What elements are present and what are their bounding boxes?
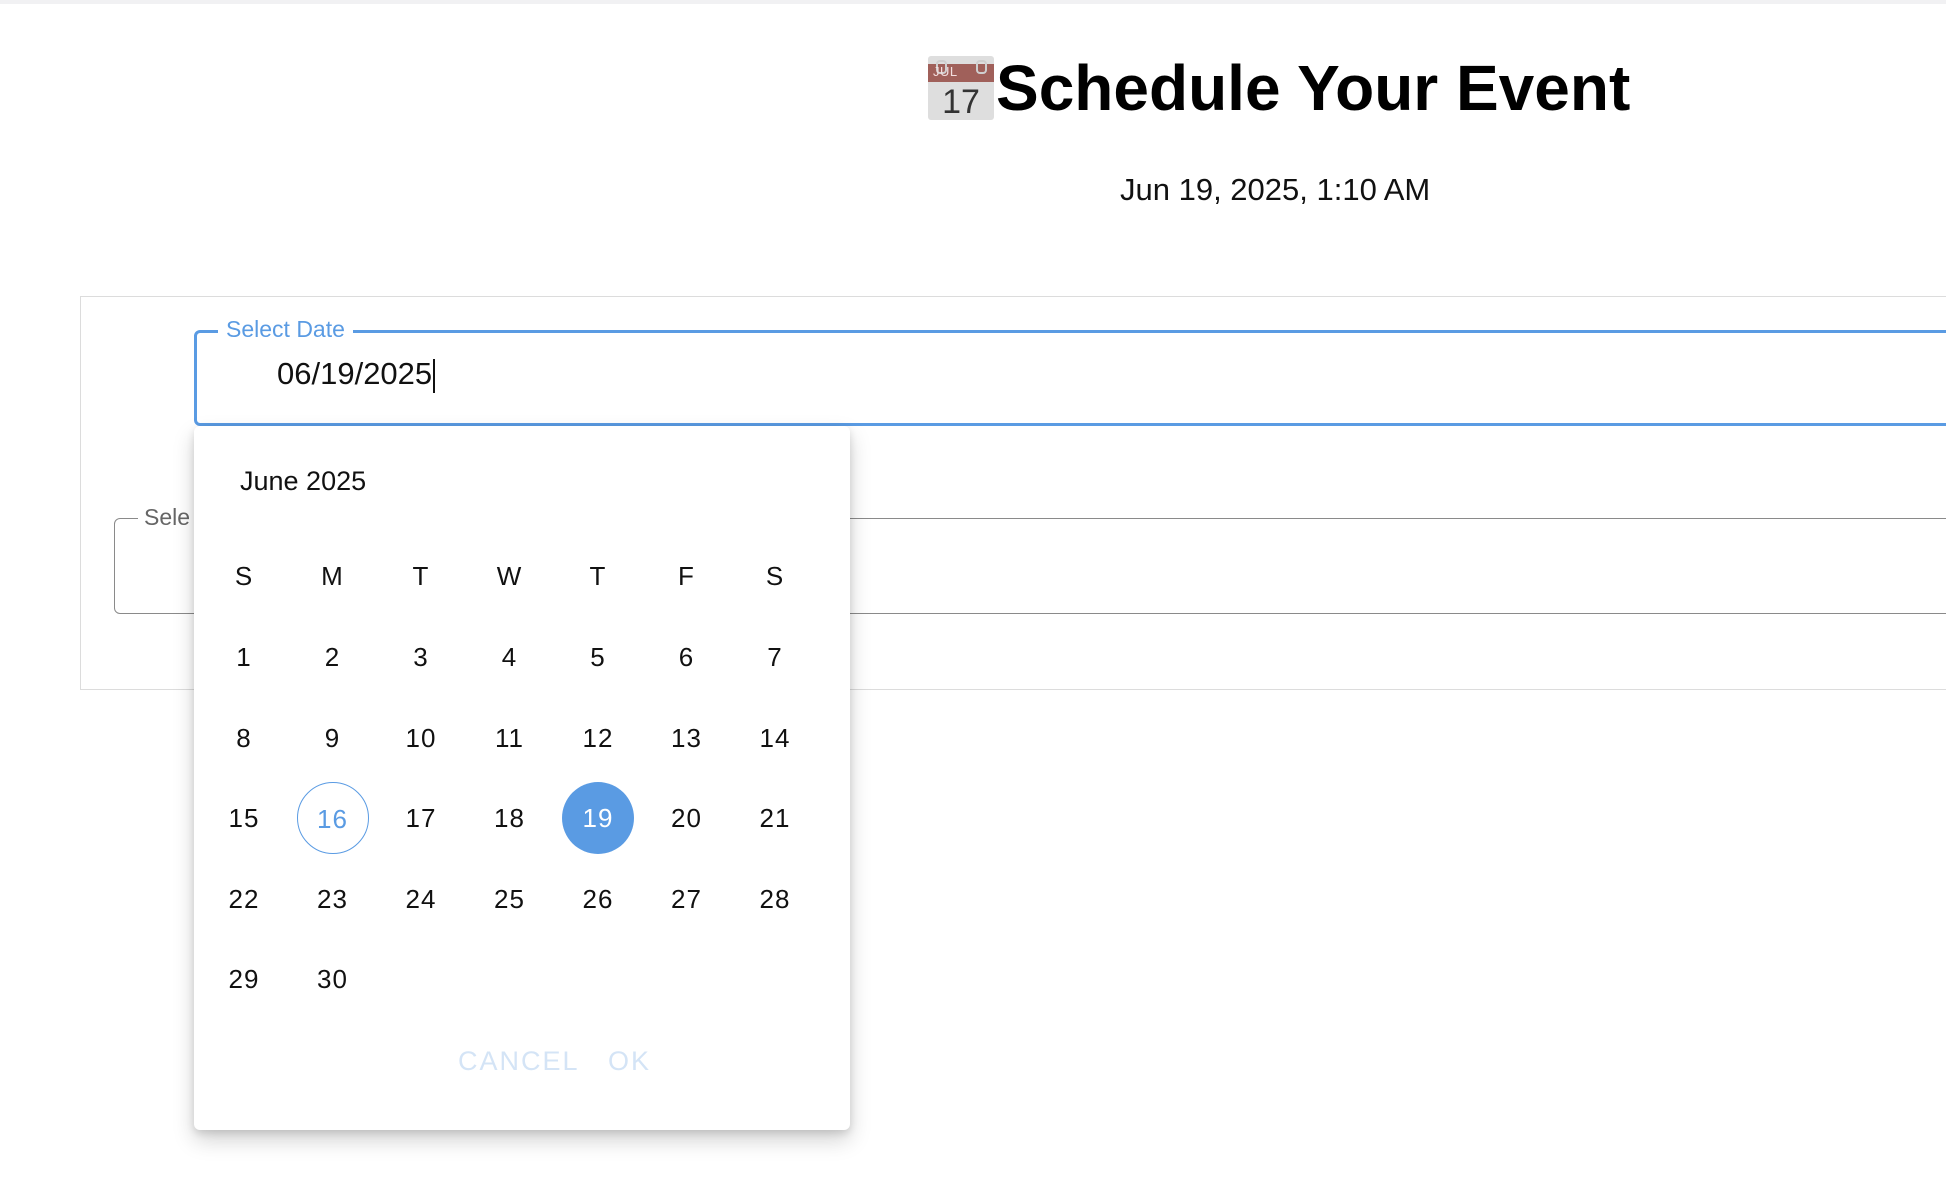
weekday-header: S <box>234 561 254 591</box>
page-title: Schedule Your Event <box>996 52 1631 124</box>
calendar-icon: JUL 17 <box>928 56 994 120</box>
day-cell[interactable]: 3 <box>385 621 457 693</box>
weekday-header: T <box>589 561 607 591</box>
current-datetime: Jun 19, 2025, 1:10 AM <box>1120 172 1431 207</box>
ok-button[interactable]: OK <box>608 1046 651 1077</box>
day-cell[interactable]: 15 <box>208 782 280 854</box>
day-cell[interactable]: 14 <box>739 702 811 774</box>
day-cell[interactable]: 28 <box>739 863 811 935</box>
top-rule <box>0 0 1946 4</box>
weekday-header: M <box>321 561 344 591</box>
calendar-icon-day: 17 <box>942 83 980 120</box>
day-cell[interactable]: 12 <box>562 702 634 774</box>
picker-month-label: June 2025 <box>240 466 367 496</box>
day-cell[interactable]: 20 <box>651 782 723 854</box>
date-input-text: 06/19/2025 <box>277 356 433 391</box>
day-cell[interactable]: 24 <box>385 863 457 935</box>
date-input-value[interactable]: 06/19/2025 <box>277 356 436 393</box>
day-cell[interactable]: 22 <box>208 863 280 935</box>
day-cell[interactable]: 18 <box>474 782 546 854</box>
text-caret <box>433 358 436 393</box>
day-cell-selected[interactable]: 19 <box>562 782 634 854</box>
page: JUL 17 Schedule Your Event Jun 19, 2025,… <box>0 0 1946 1190</box>
calendar-icon-month: JUL <box>933 64 958 79</box>
date-input-field[interactable] <box>194 330 1946 426</box>
day-cell[interactable]: 30 <box>297 943 369 1015</box>
day-cell[interactable]: 11 <box>474 702 546 774</box>
title-row: JUL 17 Schedule Your Event <box>928 48 1630 128</box>
day-cell[interactable]: 8 <box>208 702 280 774</box>
day-cell[interactable]: 9 <box>297 702 369 774</box>
day-cell[interactable]: 17 <box>385 782 457 854</box>
day-cell[interactable]: 2 <box>297 621 369 693</box>
day-cell[interactable]: 1 <box>208 621 280 693</box>
day-cell[interactable]: 4 <box>474 621 546 693</box>
day-cell[interactable]: 25 <box>474 863 546 935</box>
day-cell[interactable]: 5 <box>562 621 634 693</box>
weekday-header: W <box>496 561 523 591</box>
day-cell[interactable]: 10 <box>385 702 457 774</box>
day-cell[interactable]: 23 <box>297 863 369 935</box>
day-cell[interactable]: 26 <box>562 863 634 935</box>
cancel-button[interactable]: CANCEL <box>458 1046 580 1077</box>
day-cell[interactable]: 6 <box>651 621 723 693</box>
day-cell-today[interactable]: 16 <box>296 782 369 854</box>
weekday-header: F <box>678 561 695 591</box>
calendar-ring-right <box>976 60 987 74</box>
second-field-label: Sele <box>138 504 197 531</box>
date-field-label: Select Date <box>218 316 353 343</box>
weekday-header: T <box>412 561 430 591</box>
weekday-header: S <box>765 561 785 591</box>
date-picker-popup: June 2025 CANCEL OK S M T W T F S 1 2 3 4 5 6 7 8 9 10 11… <box>194 426 850 1130</box>
day-cell[interactable]: 21 <box>739 782 811 854</box>
day-cell[interactable]: 13 <box>651 702 723 774</box>
day-cell[interactable]: 7 <box>739 621 811 693</box>
day-cell[interactable]: 29 <box>208 943 280 1015</box>
day-cell[interactable]: 27 <box>651 863 723 935</box>
